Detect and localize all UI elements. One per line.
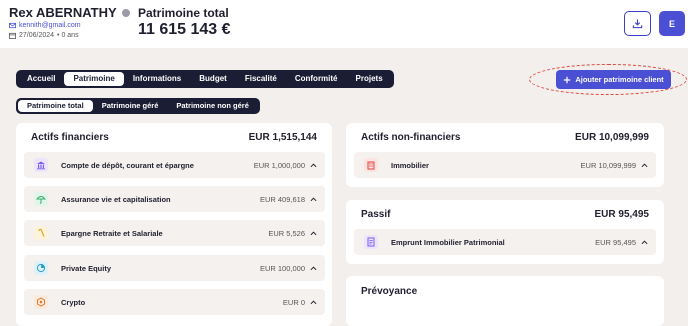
download-button[interactable]: [624, 11, 651, 36]
row-value: EUR 409,618: [259, 194, 305, 204]
tab-patrimoine[interactable]: Patrimoine: [64, 72, 124, 86]
client-dob: 27/06/2024 • 0 ans: [9, 32, 79, 39]
asset-row-compte-depot[interactable]: Compte de dépôt, courant et épargne EUR …: [24, 152, 325, 178]
document-icon: [364, 235, 378, 249]
card-title: Prévoyance: [361, 286, 418, 297]
chevron-up-icon[interactable]: [310, 196, 317, 203]
card-total: EUR 1,515,144: [248, 132, 317, 143]
prevoyance-card: Prévoyance: [346, 276, 664, 326]
subtab-patrimoine-non-gere[interactable]: Patrimoine non géré: [167, 100, 258, 112]
email-text: kennith@gmail.com: [19, 22, 81, 29]
subtab-patrimoine-total[interactable]: Patrimoine total: [18, 100, 93, 112]
row-label: Assurance vie et capitalisation: [61, 194, 171, 204]
chevron-up-icon[interactable]: [310, 265, 317, 272]
card-total: EUR 10,099,999: [575, 132, 649, 143]
tab-informations[interactable]: Informations: [124, 72, 190, 86]
row-value: EUR 0: [282, 297, 305, 307]
sub-tab-bar: Patrimoine total Patrimoine géré Patrimo…: [16, 98, 260, 114]
chevron-up-icon[interactable]: [310, 299, 317, 306]
row-value: EUR 5,526: [268, 228, 305, 238]
asset-row-immobilier[interactable]: Immobilier EUR 10,099,999: [354, 152, 656, 178]
client-name: Rex ABERNATHY: [9, 5, 117, 20]
client-header: Rex ABERNATHY kennith@gmail.com 27/06/20…: [0, 0, 688, 48]
passif-card: Passif EUR 95,495 Emprunt Immobilier Pat…: [346, 200, 664, 264]
tab-conformite[interactable]: Conformité: [286, 72, 347, 86]
card-title: Passif: [361, 209, 391, 220]
actifs-non-financiers-card: Actifs non-financiers EUR 10,099,999 Imm…: [346, 123, 664, 187]
chevron-up-icon[interactable]: [310, 162, 317, 169]
bank-icon: [34, 158, 48, 172]
asset-row-assurance-vie[interactable]: Assurance vie et capitalisation EUR 409,…: [24, 186, 325, 212]
age-text: • 0 ans: [57, 32, 79, 39]
chevron-up-icon[interactable]: [310, 230, 317, 237]
cane-icon: [34, 226, 48, 240]
chevron-up-icon[interactable]: [641, 239, 648, 246]
asset-row-crypto[interactable]: Crypto EUR 0: [24, 289, 325, 315]
client-email[interactable]: kennith@gmail.com: [9, 22, 81, 29]
liability-row-emprunt[interactable]: Emprunt Immobilier Patrimonial EUR 95,49…: [354, 229, 656, 255]
row-label: Crypto: [61, 297, 86, 307]
card-title: Actifs non-financiers: [361, 132, 461, 143]
asset-row-epargne-retraite[interactable]: Epargne Retraite et Salariale EUR 5,526: [24, 220, 325, 246]
download-icon: [632, 19, 643, 29]
card-total: EUR 95,495: [594, 209, 649, 220]
card-title: Actifs financiers: [31, 132, 109, 143]
patrimoine-total-label: Patrimoine total: [138, 6, 229, 20]
row-label: Compte de dépôt, courant et épargne: [61, 160, 194, 170]
row-value: EUR 10,099,999: [580, 160, 636, 170]
row-label: Immobilier: [391, 160, 429, 170]
row-label: Private Equity: [61, 263, 112, 273]
subtab-patrimoine-gere[interactable]: Patrimoine géré: [93, 100, 168, 112]
tab-fiscalite[interactable]: Fiscalité: [236, 72, 286, 86]
patrimoine-total-value: 11 615 143 €: [138, 21, 231, 38]
row-value: EUR 95,495: [595, 237, 636, 247]
calendar-icon: [9, 32, 16, 39]
status-dot-icon: [121, 8, 130, 17]
umbrella-icon: [34, 192, 48, 206]
chevron-up-icon[interactable]: [641, 162, 648, 169]
crypto-icon: [34, 295, 48, 309]
tab-budget[interactable]: Budget: [190, 72, 236, 86]
client-name-block: Rex ABERNATHY: [9, 5, 130, 20]
tab-accueil[interactable]: Accueil: [18, 72, 64, 86]
chart-icon: [34, 261, 48, 275]
plus-icon: [564, 76, 571, 83]
row-label: Epargne Retraite et Salariale: [61, 228, 163, 238]
main-tab-bar: Accueil Patrimoine Informations Budget F…: [16, 70, 394, 88]
mail-icon: [9, 22, 16, 29]
add-patrimoine-button[interactable]: Ajouter patrimoine client: [556, 70, 671, 89]
actifs-financiers-card: Actifs financiers EUR 1,515,144 Compte d…: [16, 123, 332, 326]
row-value: EUR 1,000,000: [253, 160, 305, 170]
avatar-button[interactable]: E: [659, 11, 685, 36]
asset-row-private-equity[interactable]: Private Equity EUR 100,000: [24, 255, 325, 281]
row-label: Emprunt Immobilier Patrimonial: [391, 237, 505, 247]
tab-projets[interactable]: Projets: [347, 72, 392, 86]
row-value: EUR 100,000: [259, 263, 305, 273]
dob-text: 27/06/2024: [19, 32, 55, 39]
building-icon: [364, 158, 378, 172]
add-patrimoine-label: Ajouter patrimoine client: [575, 75, 664, 84]
